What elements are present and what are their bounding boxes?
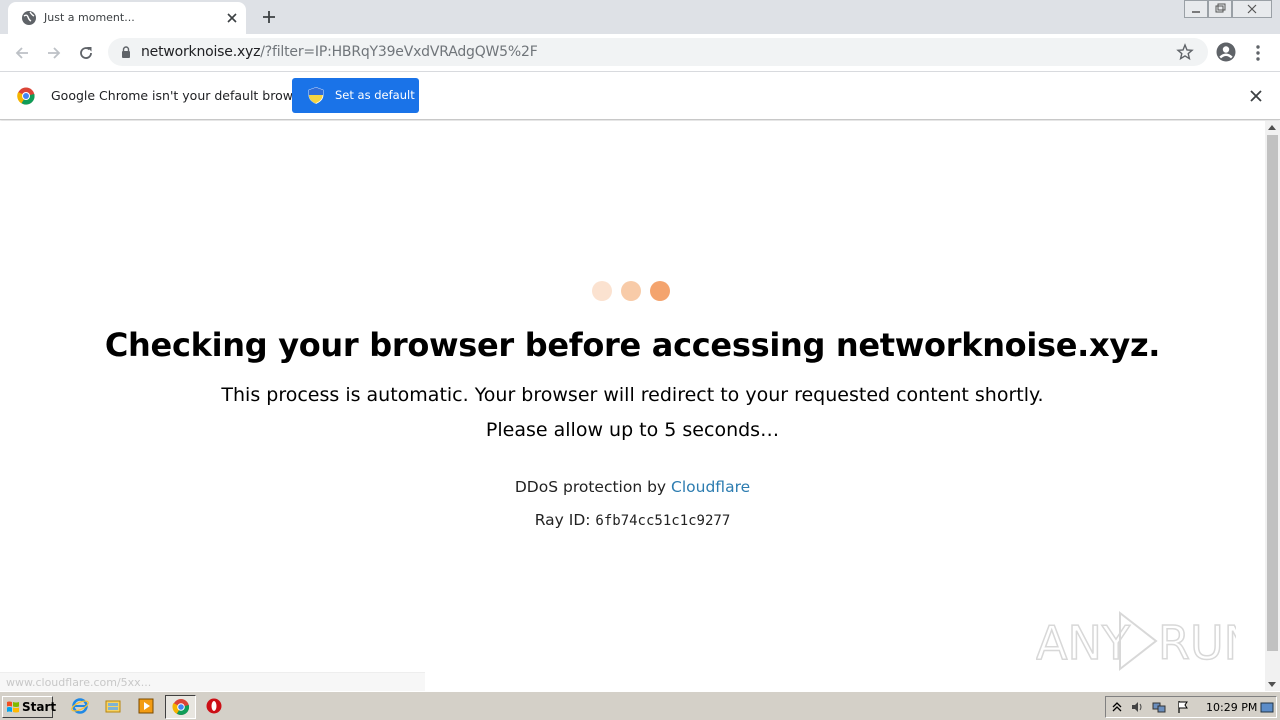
back-icon[interactable] [12,43,32,63]
uac-shield-icon [308,87,324,104]
clock[interactable]: 10:29 PM [1206,701,1257,714]
tab-title: Just a moment... [44,11,135,24]
default-browser-infobar: Google Chrome isn't your default browser… [0,72,1280,120]
tab-close-icon[interactable] [224,10,240,26]
address-bar[interactable]: networknoise.xyz/?filter=IP:HBRqY39eVxdV… [108,38,1208,66]
media-player-icon[interactable] [137,697,155,715]
lock-icon[interactable] [120,46,132,58]
ddos-protection-text: DDoS protection by Cloudflare [0,478,1265,496]
svg-text:RUN: RUN [1158,616,1236,670]
loading-dot-3 [650,281,670,301]
windows-flag-icon [7,701,19,713]
new-tab-icon[interactable] [260,8,278,26]
taskbar-chrome-button[interactable] [165,695,196,719]
restore-icon [1215,3,1226,13]
loading-dots [592,281,672,301]
restore-button[interactable] [1208,0,1232,18]
flag-icon[interactable] [1176,700,1190,714]
url-text[interactable]: networknoise.xyz/?filter=IP:HBRqY39eVxdV… [141,44,538,60]
set-as-default-label: Set as default [335,88,415,102]
allow-seconds-text: Please allow up to 5 seconds… [485,419,780,441]
more-menu-icon[interactable] [1250,43,1266,63]
infobar-close-icon[interactable] [1249,89,1263,103]
loading-dot-1 [592,281,612,301]
close-window-button[interactable] [1232,0,1272,18]
vertical-scrollbar[interactable] [1265,121,1280,691]
ray-id-line: Ray ID: 6fb74cc51c1c9277 [0,511,1265,529]
loading-dot-2 [621,281,641,301]
opera-icon[interactable] [205,697,223,715]
up-arrow-icon[interactable] [1110,700,1124,714]
svg-text:ANY: ANY [1036,616,1131,670]
ray-id-label: Ray ID: [534,511,596,529]
windows-taskbar: Start 10:29 PM [0,691,1280,720]
scrollbar-thumb[interactable] [1267,135,1278,651]
profile-icon[interactable] [1216,42,1236,62]
set-as-default-button[interactable]: Set as default [292,78,419,113]
network-icon[interactable] [1152,700,1166,714]
page-heading: Checking your browser before accessing n… [104,326,1161,364]
url-path: /?filter=IP:HBRqY39eVxdVRAdgQW5%2F [260,44,538,60]
ray-id-value: 6fb74cc51c1c9277 [595,513,731,529]
show-desktop-icon[interactable] [1260,700,1274,714]
forward-icon[interactable] [44,43,64,63]
minimize-icon [1192,11,1200,13]
system-tray: 10:29 PM [1105,696,1277,718]
scroll-down-arrow-icon[interactable] [1268,682,1276,687]
tab-active[interactable]: Just a moment... [8,2,246,34]
minimize-button[interactable] [1184,0,1208,18]
status-bubble: www.cloudflare.com/5xx... [0,672,425,691]
page-content: Checking your browser before accessing n… [0,121,1265,691]
url-host: networknoise.xyz [141,44,261,60]
ie-icon[interactable] [71,697,89,715]
globe-icon [22,11,36,25]
process-automatic-text: This process is automatic. Your browser … [221,384,1044,406]
browser-toolbar: networknoise.xyz/?filter=IP:HBRqY39eVxdV… [0,34,1280,72]
anyrun-watermark-logo: ANY RUN [1036,610,1236,672]
start-button[interactable]: Start [2,696,57,718]
cloudflare-link[interactable]: Cloudflare [671,478,750,496]
scroll-up-arrow-icon[interactable] [1268,125,1276,130]
explorer-icon[interactable] [104,697,122,715]
bookmark-star-icon[interactable] [1176,43,1194,61]
volume-icon[interactable] [1130,700,1144,714]
infobar-message: Google Chrome isn't your default browser [51,88,313,103]
tab-strip: Just a moment... [0,0,1280,34]
start-label: Start [22,700,57,714]
reload-icon[interactable] [76,43,96,63]
ddos-prefix: DDoS protection by [514,478,672,496]
chrome-icon [172,699,190,716]
chrome-logo-icon [17,87,35,105]
close-icon [1247,4,1257,14]
